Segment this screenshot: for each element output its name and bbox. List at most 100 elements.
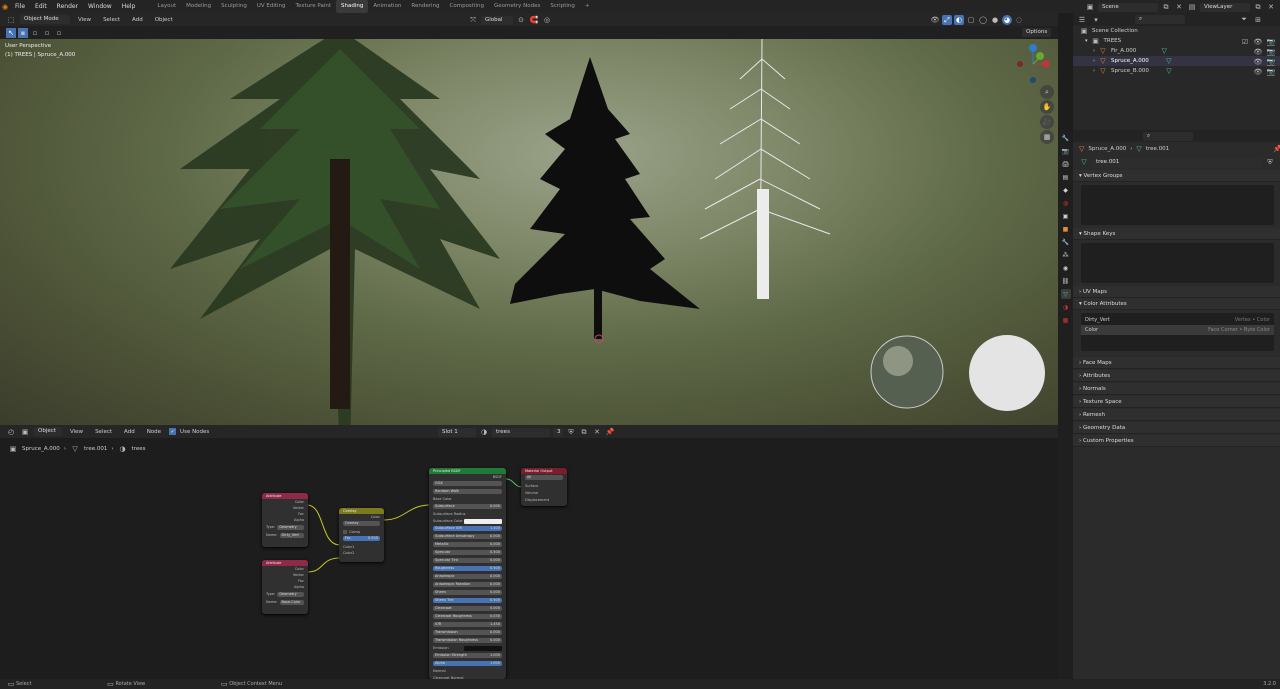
bsdf-input-base-color[interactable]: Base Color	[429, 496, 506, 503]
tab-geometry-nodes[interactable]: Geometry Nodes	[489, 0, 545, 13]
material-tab-icon[interactable]: ◑	[1061, 302, 1071, 312]
material-shading-icon[interactable]: ◕	[1002, 15, 1012, 25]
select-mode-new-icon[interactable]: ▪	[18, 27, 28, 38]
mesh-datablock-field[interactable]: tree.001	[1092, 157, 1262, 167]
collection-tab-icon[interactable]: ▣	[1061, 211, 1071, 221]
node-menu-node[interactable]: Node	[143, 429, 165, 435]
viewport-options-button[interactable]: Options	[1022, 28, 1052, 37]
output-tab-icon[interactable]: 🖨	[1061, 159, 1071, 169]
shape-keys-list[interactable]	[1081, 243, 1274, 283]
new-collection-icon[interactable]: ⊞	[1253, 15, 1263, 25]
texture-tab-icon[interactable]: ▦	[1061, 315, 1071, 325]
panel-header-normals[interactable]: › Normals	[1073, 383, 1280, 395]
gizmo-icon[interactable]: ⤢	[942, 15, 952, 25]
tab-animation[interactable]: Animation	[368, 0, 406, 13]
bsdf-input-emission[interactable]: Emission	[429, 645, 506, 652]
modifier-tab-icon[interactable]: 🔧	[1061, 237, 1071, 247]
copy-icon[interactable]: ⧉	[579, 427, 589, 437]
outliner-row-trees[interactable]: ▾ ▣ TREES ☑ 👁 📷	[1073, 36, 1280, 46]
mode-selector[interactable]: Object Mode	[20, 15, 70, 24]
menu-file[interactable]: File	[10, 0, 30, 13]
bsdf-input-anisotropic-rotation[interactable]: Anisotropic Rotation 0.000	[429, 582, 506, 589]
menu-window[interactable]: Window	[83, 0, 117, 13]
menu-edit[interactable]: Edit	[30, 0, 52, 13]
material-sphere-icon[interactable]: ◑	[479, 427, 489, 437]
scene-selector[interactable]: Scene	[1098, 2, 1158, 12]
panel-header-face-maps[interactable]: › Face Maps	[1073, 357, 1280, 369]
select-mode-intersect-icon[interactable]: ▫	[54, 28, 64, 38]
tab-sculpting[interactable]: Sculpting	[216, 0, 252, 13]
close-icon[interactable]: ✕	[1174, 2, 1184, 12]
filter-icon[interactable]: ⏷	[1239, 15, 1249, 25]
bsdf-input-specular[interactable]: Specular 0.500	[429, 550, 506, 557]
bsdf-input-subsurface-anisotropy[interactable]: Subsurface Anisotropy 0.000	[429, 534, 506, 541]
editor-type-icon[interactable]: ☰	[1077, 15, 1087, 25]
physics-tab-icon[interactable]: ◉	[1061, 263, 1071, 273]
shape-keys-panel-header[interactable]: ▾ Shape Keys	[1073, 228, 1280, 240]
zoom-icon[interactable]: ⌕	[1040, 85, 1054, 99]
bsdf-input-ior[interactable]: IOR 1.450	[429, 622, 506, 629]
subsurface-method-dropdown[interactable]: Random Walk	[433, 489, 502, 494]
color-attributes-panel-header[interactable]: ▾ Color Attributes	[1073, 298, 1280, 310]
socket-surface[interactable]: Surface	[521, 483, 567, 490]
name-field[interactable]: Dirty_Vert	[279, 533, 304, 538]
render-tab-icon[interactable]: 📷	[1061, 146, 1071, 156]
socket-bsdf-out[interactable]: BSDF	[429, 474, 506, 480]
rendered-shading-icon[interactable]: ◌	[1014, 15, 1024, 25]
socket-color2[interactable]: Color2	[339, 550, 384, 556]
pin-icon[interactable]: 📌	[605, 427, 615, 437]
select-tool-icon[interactable]: ↖	[6, 27, 16, 38]
attribute-node-1[interactable]: Attribute Color Vector Fac Alpha Type: Ge…	[262, 493, 308, 547]
color-swatch[interactable]	[464, 519, 502, 524]
viewport-menu-object[interactable]: Object	[151, 17, 177, 23]
tab-compositing[interactable]: Compositing	[445, 0, 489, 13]
viewport-menu-view[interactable]: View	[74, 17, 95, 23]
pivot-icon[interactable]: ⊙	[516, 15, 526, 25]
eye-icon[interactable]: 👁	[1253, 67, 1263, 77]
node-menu-view[interactable]: View	[66, 429, 87, 435]
outliner-row-scene-collection[interactable]: ▣ Scene Collection	[1073, 26, 1280, 36]
xray-icon[interactable]: ▢	[966, 15, 976, 25]
tab-modeling[interactable]: Modeling	[181, 0, 216, 13]
navigation-gizmo[interactable]	[1017, 44, 1050, 83]
clamp-checkbox[interactable]	[343, 530, 347, 534]
panel-header-texture-space[interactable]: › Texture Space	[1073, 396, 1280, 408]
bsdf-input-clearcoat-roughness[interactable]: Clearcoat Roughness 0.030	[429, 614, 506, 621]
fake-user-shield-icon[interactable]: ⛨	[566, 427, 576, 437]
bsdf-input-metallic[interactable]: Metallic 0.000	[429, 542, 506, 549]
viewport-menu-select[interactable]: Select	[99, 17, 124, 23]
node-menu-select[interactable]: Select	[91, 429, 116, 435]
camera-icon[interactable]: 🎥	[1040, 115, 1054, 129]
tab-scripting[interactable]: Scripting	[545, 0, 579, 13]
properties-search-input[interactable]: ⌕	[1143, 131, 1193, 141]
tool-tab-icon[interactable]: 🔧	[1061, 133, 1071, 143]
snap-icon[interactable]: 🧲	[529, 15, 539, 25]
bsdf-input-subsurface-color[interactable]: Subsurface Color	[429, 518, 506, 525]
bsdf-input-clearcoat[interactable]: Clearcoat 0.000	[429, 606, 506, 613]
panel-header-geometry-data[interactable]: › Geometry Data	[1073, 422, 1280, 434]
menu-render[interactable]: Render	[52, 0, 83, 13]
tab-rendering[interactable]: Rendering	[406, 0, 444, 13]
menu-help[interactable]: Help	[117, 0, 141, 13]
mix-rgb-node[interactable]: Overlay Color Overlay Clamp Fac 0.500 Col…	[339, 508, 384, 562]
use-nodes-checkbox[interactable]: ✓	[169, 428, 177, 435]
wireframe-shading-icon[interactable]: ◯	[978, 15, 988, 25]
type-dropdown[interactable]: Geometry	[277, 592, 304, 597]
bsdf-input-emission-strength[interactable]: Emission Strength 1.000	[429, 653, 506, 660]
world-tab-icon[interactable]: ◍	[1061, 198, 1071, 208]
color-attributes-list[interactable]: Dirty_Vert Vertex • Color Color Face Cor…	[1081, 313, 1274, 351]
blender-logo-icon[interactable]: ◉	[0, 2, 10, 12]
bsdf-input-sheen[interactable]: Sheen 0.000	[429, 590, 506, 597]
object-tab-icon[interactable]: ■	[1061, 224, 1071, 234]
select-mode-extend-icon[interactable]: ▫	[30, 28, 40, 38]
material-users-count[interactable]: 3	[553, 427, 563, 437]
type-dropdown[interactable]: Geometry	[277, 525, 304, 530]
editor-type-icon[interactable]: ⬚	[6, 15, 16, 25]
view-layer-tab-icon[interactable]: ▤	[1061, 172, 1071, 182]
bsdf-input-subsurface[interactable]: Subsurface 0.000	[429, 504, 506, 511]
proportional-edit-icon[interactable]: ◎	[542, 15, 552, 25]
node-menu-add[interactable]: Add	[120, 429, 139, 435]
bsdf-input-roughness[interactable]: Roughness 0.500	[429, 566, 506, 573]
display-mode-icon[interactable]: ▾	[1091, 15, 1101, 25]
fac-slider[interactable]: Fac 0.500	[343, 536, 380, 541]
